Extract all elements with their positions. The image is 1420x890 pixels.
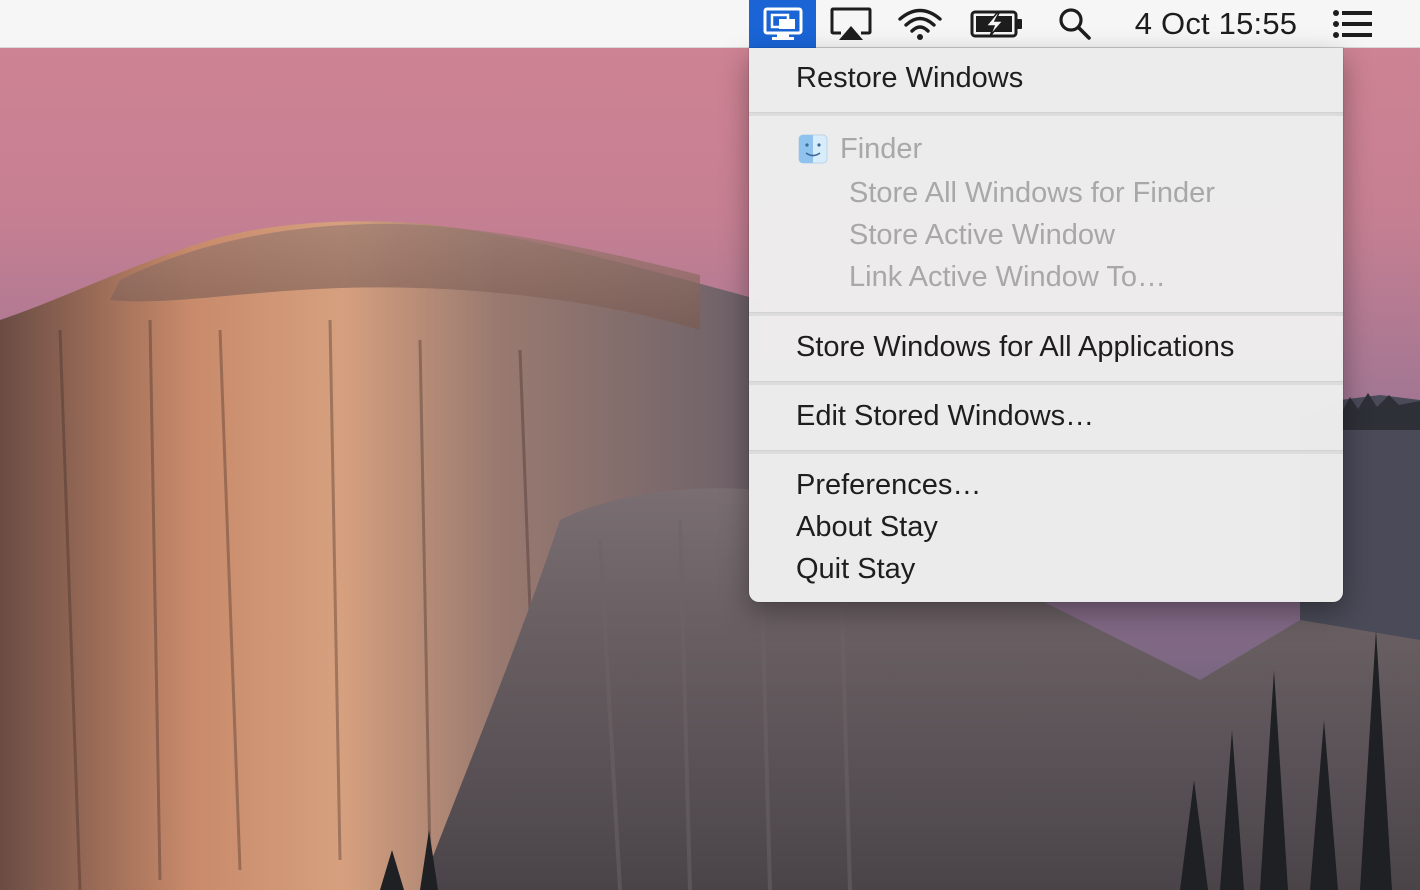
menu-item-about-stay[interactable]: About Stay xyxy=(796,509,938,545)
menu-item-store-active-window: Store Active Window xyxy=(849,219,1115,251)
spotlight-search-icon xyxy=(1059,8,1091,40)
notification-center-icon xyxy=(1333,10,1372,38)
menu-item-preferences[interactable]: Preferences… xyxy=(796,467,981,503)
battery-charging-icon xyxy=(970,10,1022,38)
menu-separator xyxy=(749,381,1343,385)
menu-separator xyxy=(749,312,1343,316)
spotlight-menu-extra[interactable] xyxy=(1046,0,1104,48)
stay-icon xyxy=(763,7,802,40)
menu-item-store-windows-all-apps[interactable]: Store Windows for All Applications xyxy=(796,329,1234,365)
menu-item-link-active-window: Link Active Window To… xyxy=(849,261,1166,293)
desktop: 4 Oct 15:55 Restore Windows Finder Store… xyxy=(0,0,1420,890)
menu-bar: 4 Oct 15:55 xyxy=(0,0,1420,48)
battery-menu-extra[interactable] xyxy=(962,0,1032,48)
menu-item-edit-stored-windows[interactable]: Edit Stored Windows… xyxy=(796,398,1094,434)
airplay-icon xyxy=(830,7,872,40)
menu-item-restore-windows[interactable]: Restore Windows xyxy=(796,60,1023,96)
menu-item-quit-stay[interactable]: Quit Stay xyxy=(796,551,915,587)
menu-separator xyxy=(749,112,1343,116)
stay-dropdown-menu: Restore Windows Finder Store All Windows… xyxy=(749,48,1343,602)
airplay-menu-extra[interactable] xyxy=(822,0,880,48)
menubar-clock[interactable]: 4 Oct 15:55 xyxy=(1112,0,1320,48)
menu-item-store-all-windows-for-app: Store All Windows for Finder xyxy=(849,177,1215,209)
stay-menu-extra[interactable] xyxy=(749,0,816,48)
notification-center-menu-extra[interactable] xyxy=(1322,0,1384,48)
menu-section-app-name: Finder xyxy=(840,133,923,165)
wifi-icon xyxy=(898,8,942,40)
menu-separator xyxy=(749,450,1343,454)
finder-icon xyxy=(798,134,828,164)
wifi-menu-extra[interactable] xyxy=(890,0,950,48)
